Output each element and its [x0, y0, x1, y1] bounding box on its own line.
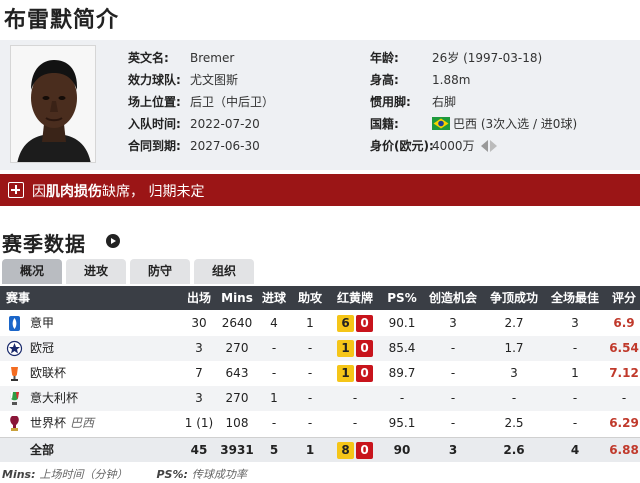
competition-name[interactable]: 欧冠	[30, 336, 54, 361]
cards-empty: -	[352, 416, 358, 430]
table-row[interactable]: 欧联杯 7 643 - - 10 89.7 - 3 1 7.12	[0, 361, 640, 386]
yellow-card-count: 6	[337, 315, 354, 332]
header-aerials[interactable]: 争顶成功	[484, 286, 544, 310]
competition-name[interactable]: 欧联杯	[30, 361, 66, 386]
rating-value: 6.88	[609, 443, 639, 457]
tab-organize[interactable]: 组织	[194, 259, 254, 284]
table-row[interactable]: 意甲 30 2640 4 1 60 90.1 3 2.7 3 6.9	[0, 311, 640, 336]
card-badges: 10	[337, 340, 373, 357]
medical-cross-icon	[8, 182, 24, 198]
injury-reason: 肌肉损伤	[46, 184, 102, 200]
national-team-note: 巴西	[70, 416, 95, 430]
header-mins[interactable]: Mins	[218, 286, 256, 310]
player-profile: 英文名: Bremer 效力球队: 尤文图斯 场上位置: 后卫（中后卫） 入队时…	[0, 40, 640, 170]
arrow-right-icon[interactable]	[106, 234, 120, 248]
header-assists[interactable]: 助攻	[294, 286, 326, 310]
serie-a-logo-icon	[9, 316, 20, 331]
injury-banner: 因肌肉损伤缺席， 归期未定	[0, 174, 640, 206]
champions-league-logo-icon	[6, 340, 23, 357]
red-card-count: 0	[356, 365, 373, 382]
injury-suffix: 缺席， 归期未定	[102, 184, 205, 200]
coppa-italia-logo-icon	[10, 392, 19, 405]
table-row[interactable]: 世界杯 巴西 1 (1) 108 - - - 95.1 - 2.5 - 6.29	[0, 411, 640, 436]
competition-name[interactable]: 意大利杯	[30, 386, 78, 411]
table-row-total: 全部 45 3931 5 1 80 90 3 2.6 4 6.88	[0, 437, 640, 462]
player-photo	[10, 45, 96, 163]
red-card-count: 0	[356, 315, 373, 332]
page-title: 布雷默简介	[4, 8, 120, 33]
total-label: 全部	[30, 443, 55, 457]
stats-table-header: 赛事 出场 Mins 进球 助攻 红黄牌 PS% 创造机会 争顶成功 全场最佳 …	[0, 286, 640, 310]
header-competition[interactable]: 赛事	[6, 286, 30, 310]
header-chances[interactable]: 创造机会	[424, 286, 482, 310]
header-pass-pct[interactable]: PS%	[382, 286, 422, 310]
tab-defense[interactable]: 防守	[130, 259, 190, 284]
header-goals[interactable]: 进球	[258, 286, 290, 310]
header-cards[interactable]: 红黄牌	[332, 286, 378, 310]
card-badges: 80	[337, 442, 373, 459]
cards-empty: -	[352, 391, 358, 405]
table-footnote: Mins: 上场时间（分钟） PS%: 传球成功率	[2, 468, 247, 481]
rating-value: 7.12	[609, 366, 639, 380]
table-row[interactable]: 意大利杯 3 270 1 - - - - - - -	[0, 386, 640, 411]
header-apps[interactable]: 出场	[180, 286, 218, 310]
red-card-count: 0	[356, 442, 373, 459]
card-badges: 10	[337, 365, 373, 382]
injury-prefix: 因	[32, 184, 46, 200]
europa-league-logo-icon	[11, 367, 18, 381]
rating-value: -	[621, 391, 627, 405]
card-badges: 60	[337, 315, 373, 332]
red-card-count: 0	[356, 340, 373, 357]
value-change-arrows-icon[interactable]	[480, 140, 497, 152]
yellow-card-count: 1	[337, 365, 354, 382]
yellow-card-count: 8	[337, 442, 354, 459]
tab-attack[interactable]: 进攻	[66, 259, 126, 284]
season-stats-title: 赛季数据	[2, 232, 86, 256]
world-cup-logo-icon	[10, 416, 19, 431]
rating-value: 6.29	[609, 416, 639, 430]
tab-overview[interactable]: 概况	[2, 259, 62, 284]
header-rating[interactable]: 评分	[608, 286, 640, 310]
rating-value: 6.54	[609, 341, 639, 355]
rating-value: 6.9	[613, 316, 635, 330]
competition-name[interactable]: 意甲	[30, 311, 54, 336]
table-row[interactable]: 欧冠 3 270 - - 10 85.4 - 1.7 - 6.54	[0, 336, 640, 361]
yellow-card-count: 1	[337, 340, 354, 357]
header-motm[interactable]: 全场最佳	[546, 286, 604, 310]
competition-name[interactable]: 世界杯 巴西	[30, 411, 94, 436]
brazil-flag-icon	[432, 117, 450, 130]
